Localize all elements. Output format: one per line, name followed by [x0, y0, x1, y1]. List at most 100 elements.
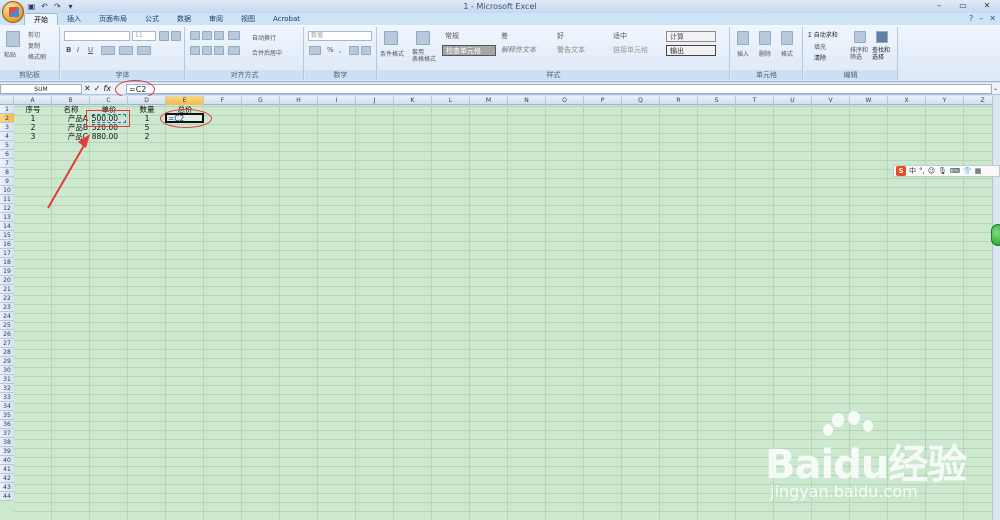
tab-view[interactable]: 视图 [232, 13, 264, 25]
row-header[interactable]: 4 [0, 132, 14, 141]
ime-mic-icon[interactable]: 🎙 [938, 167, 947, 175]
row-header[interactable]: 31 [0, 375, 14, 384]
row-header[interactable]: 23 [0, 303, 14, 312]
tab-home[interactable]: 开始 [24, 13, 58, 25]
wrap-text-button[interactable]: 自动换行 [252, 33, 276, 42]
style-output[interactable]: 输出 [666, 45, 716, 56]
row-header[interactable]: 9 [0, 177, 14, 186]
select-all-corner[interactable] [0, 96, 14, 105]
sort-filter-icon[interactable] [854, 31, 866, 43]
bold-button[interactable]: B [66, 46, 71, 54]
row-header[interactable]: 14 [0, 222, 14, 231]
row-header[interactable]: 2 [0, 114, 14, 123]
sort-filter-button[interactable]: 排序和 筛选 [850, 47, 868, 61]
paste-icon[interactable] [6, 31, 20, 47]
tab-page-layout[interactable]: 页面布局 [90, 13, 136, 25]
clear-button[interactable]: 清除 [814, 53, 826, 62]
column-header[interactable]: P [584, 96, 622, 105]
row-header[interactable]: 15 [0, 231, 14, 240]
orientation-icon[interactable] [228, 31, 240, 40]
formula-input[interactable]: =C2 [126, 84, 992, 94]
vertical-scrollbar[interactable] [992, 96, 1000, 520]
row-header[interactable]: 3 [0, 123, 14, 132]
conditional-format-button[interactable]: 条件格式 [380, 49, 404, 58]
row-header[interactable]: 34 [0, 402, 14, 411]
insert-function-button[interactable]: fx [103, 84, 111, 94]
conditional-format-icon[interactable] [384, 31, 398, 45]
percent-button[interactable]: % [327, 46, 334, 54]
cut-button[interactable]: 剪切 [28, 30, 40, 39]
shrink-font-icon[interactable] [171, 31, 181, 41]
row-header[interactable]: 26 [0, 330, 14, 339]
align-left-icon[interactable] [190, 46, 200, 55]
row-header[interactable]: 28 [0, 348, 14, 357]
align-middle-icon[interactable] [202, 31, 212, 40]
style-check-cell[interactable]: 检查单元格 [442, 45, 496, 56]
row-header[interactable]: 43 [0, 483, 14, 492]
style-normal[interactable]: 常规 [442, 31, 496, 42]
font-size-combo[interactable]: 11 [132, 31, 156, 41]
row-header[interactable]: 20 [0, 276, 14, 285]
column-header[interactable]: V [812, 96, 850, 105]
row-header[interactable]: 30 [0, 366, 14, 375]
row-header[interactable]: 11 [0, 195, 14, 204]
table-format-button[interactable]: 套用 表格格式 [412, 49, 436, 63]
row-header[interactable]: 6 [0, 150, 14, 159]
row-header[interactable]: 17 [0, 249, 14, 258]
ime-skin-icon[interactable]: 👕 [963, 167, 972, 175]
restore-button[interactable]: ▭ [952, 1, 974, 11]
row-header[interactable]: 7 [0, 159, 14, 168]
office-button[interactable] [2, 1, 24, 23]
side-float-ball-icon[interactable] [991, 224, 1000, 246]
align-right-icon[interactable] [214, 46, 224, 55]
column-header[interactable]: L [432, 96, 470, 105]
comma-button[interactable]: , [339, 46, 341, 54]
insert-cells-button[interactable]: 插入 [737, 49, 749, 58]
style-warning[interactable]: 警告文本 [554, 45, 608, 56]
row-header[interactable]: 37 [0, 429, 14, 438]
column-header[interactable]: W [850, 96, 888, 105]
expand-formula-icon[interactable]: ⌄ [992, 84, 999, 94]
style-linked[interactable]: 链接单元格 [610, 45, 664, 56]
border-icon[interactable] [101, 46, 115, 55]
row-header[interactable]: 35 [0, 411, 14, 420]
row-header[interactable]: 41 [0, 465, 14, 474]
column-header[interactable]: S [698, 96, 736, 105]
align-bottom-icon[interactable] [214, 31, 224, 40]
column-header[interactable]: J [356, 96, 394, 105]
row-header[interactable]: 12 [0, 204, 14, 213]
column-header[interactable]: X [888, 96, 926, 105]
column-header[interactable]: C [90, 96, 128, 105]
row-header[interactable]: 29 [0, 357, 14, 366]
column-header[interactable]: H [280, 96, 318, 105]
cell-D3[interactable]: 5 [128, 123, 166, 132]
cell-D4[interactable]: 2 [128, 132, 166, 141]
style-explanatory[interactable]: 解释性文本 [498, 45, 552, 56]
minimize-button[interactable]: – [928, 1, 950, 11]
close-button[interactable]: ✕ [976, 1, 998, 11]
workbook-close-button[interactable]: ✕ [989, 14, 996, 23]
column-header[interactable]: K [394, 96, 432, 105]
column-header[interactable]: E [166, 96, 204, 105]
row-header[interactable]: 1 [0, 105, 14, 114]
column-header[interactable]: G [242, 96, 280, 105]
fill-color-icon[interactable] [119, 46, 133, 55]
row-header[interactable]: 39 [0, 447, 14, 456]
cancel-formula-button[interactable]: ✕ [84, 84, 91, 94]
paste-button[interactable]: 粘贴 [4, 50, 16, 59]
row-header[interactable]: 40 [0, 456, 14, 465]
delete-cells-button[interactable]: 删除 [759, 49, 771, 58]
align-top-icon[interactable] [190, 31, 200, 40]
column-header[interactable]: M [470, 96, 508, 105]
decrease-decimal-icon[interactable] [361, 46, 371, 55]
format-painter-button[interactable]: 格式刷 [28, 52, 46, 61]
increase-decimal-icon[interactable] [349, 46, 359, 55]
row-header[interactable]: 32 [0, 384, 14, 393]
indent-icon[interactable] [228, 46, 240, 55]
column-header[interactable]: R [660, 96, 698, 105]
ribbon-minimize-button[interactable]: – [979, 14, 983, 23]
style-bad[interactable]: 差 [498, 31, 552, 42]
column-header[interactable]: O [546, 96, 584, 105]
row-header[interactable]: 13 [0, 213, 14, 222]
name-box[interactable]: SUM [0, 84, 82, 94]
